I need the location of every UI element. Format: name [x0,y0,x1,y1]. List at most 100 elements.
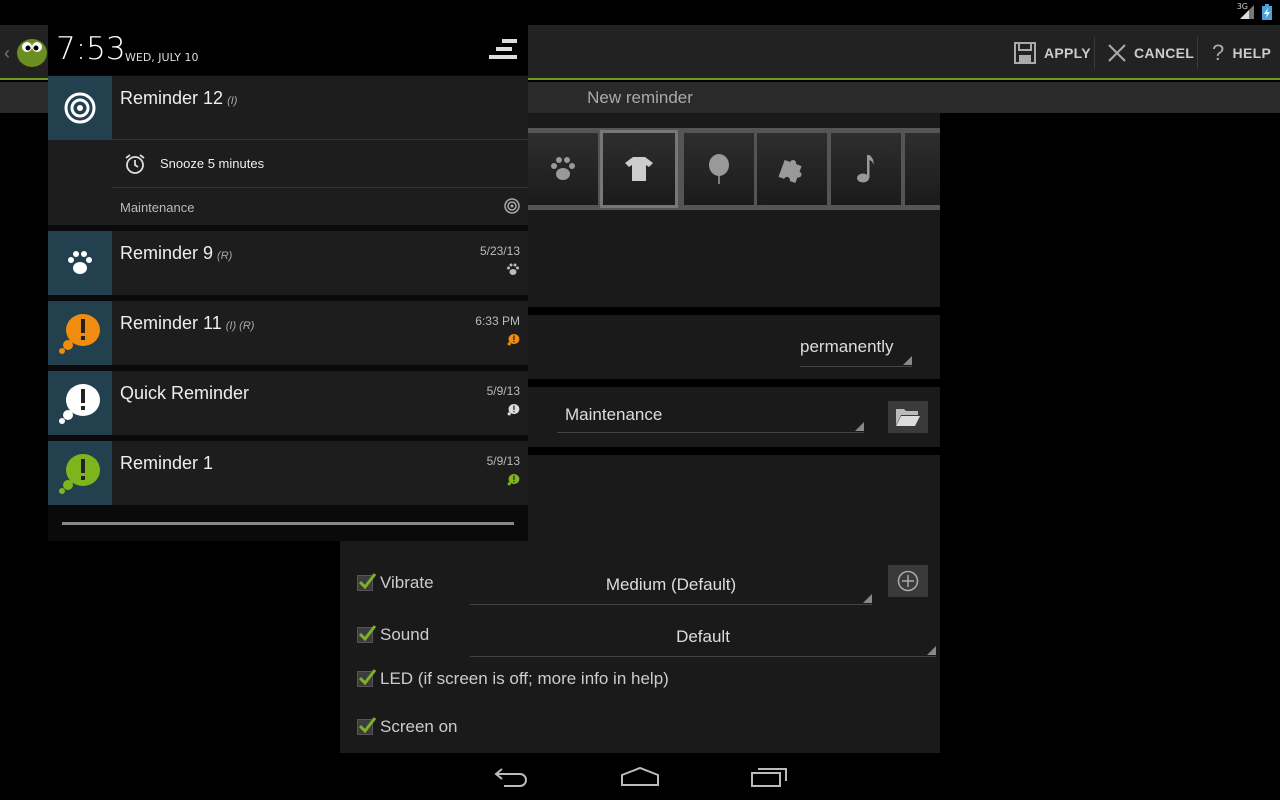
signal-icon [1240,5,1254,19]
paw-icon [68,251,92,274]
notification-time: 5/9/13 [486,454,520,468]
category-dropdown[interactable]: Maintenance [557,405,864,433]
check-mark-icon [358,669,377,686]
notification-title-text: Quick Reminder [120,383,250,403]
green-alert-bubble-icon [59,454,100,494]
check-mark-icon [358,625,377,642]
notification-title: Reminder 1 [120,453,217,474]
battery-icon [1262,4,1272,20]
apply-button[interactable]: APPLY [1014,25,1091,80]
notification-title-text: Reminder 9 [120,243,214,263]
add-vibration-button[interactable] [888,565,928,597]
help-button[interactable]: ? HELP [1212,25,1271,80]
notification-time: 5/9/13 [486,384,520,398]
notification-icon-box [48,371,112,435]
status-bar: 3G [0,0,1280,25]
shade-header: 7:53 WED, JULY 10 [48,25,528,75]
tshirt-icon [625,157,653,181]
orange-alert-small-icon [507,333,520,346]
led-label: LED (if screen is off; more info in help… [380,669,669,688]
category-value: Maintenance [565,405,663,424]
sound-checkbox[interactable] [357,625,377,643]
cancel-label: CANCEL [1134,44,1195,61]
music-note-icon [857,155,874,183]
notification-flags: (I) [227,95,238,107]
dropdown-arrow-icon [863,594,872,603]
led-checkbox[interactable] [357,669,377,687]
notification-icon-box [48,231,112,295]
icon-option-music[interactable] [831,133,901,205]
target-icon [64,92,96,124]
vibrate-checkbox[interactable] [357,573,377,591]
notification-category: Maintenance [120,200,195,215]
snooze-action[interactable]: Snooze 5 minutes [112,140,528,187]
clock-date: WED, JULY 10 [125,51,199,64]
notification-item[interactable]: Reminder 11 (I) (R) 6:33 PM [48,301,528,365]
save-disk-icon [1014,41,1036,64]
app-logo-icon[interactable] [14,33,50,69]
puzzle-icon [778,159,802,183]
icon-option-balloon[interactable] [684,133,754,205]
navigation-bar [0,753,1280,800]
vibrate-label: Vibrate [380,573,434,592]
notification-icon-box [48,441,112,505]
white-alert-bubble-icon [59,384,100,424]
notification-icon-box [48,76,112,140]
divider [112,187,528,188]
balloon-icon [709,154,729,184]
help-label: HELP [1232,44,1272,61]
green-alert-small-icon [507,473,520,486]
check-mark-icon [358,717,377,734]
notification-shade: 7:53 WED, JULY 10 Reminder 12 (I) Snooze … [48,25,528,541]
notification-title: Reminder 12 (I) [120,88,237,109]
action-separator [1197,37,1198,69]
screen-on-checkbox[interactable] [357,717,377,735]
vibrate-dropdown[interactable]: Medium (Default) [470,573,872,605]
sound-label: Sound [380,625,430,644]
recent-apps-icon[interactable] [750,765,788,789]
notification-item[interactable]: Reminder 1 5/9/13 [48,441,528,505]
icon-option-puzzle[interactable] [757,133,827,205]
help-question-icon: ? [1212,39,1225,65]
action-separator [1094,37,1095,69]
orange-alert-bubble-icon [59,314,100,354]
notification-title: Reminder 11 (I) (R) [120,313,254,334]
notification-expanded[interactable]: Reminder 12 (I) Snooze 5 minutes Maintena… [48,76,528,225]
target-small-icon [504,198,520,214]
alarm-clock-icon [125,153,145,174]
clock-time: 7:53 [56,31,126,67]
sound-dropdown[interactable]: Default [470,625,936,657]
duration-dropdown[interactable]: permanently [800,337,912,367]
icon-option-paw[interactable] [528,133,598,205]
cancel-button[interactable]: CANCEL [1108,25,1194,80]
up-chevron-icon[interactable]: ‹ [4,43,10,64]
notification-title: Quick Reminder [120,383,253,404]
notification-item[interactable]: Reminder 9 (R) 5/23/13 [48,231,528,295]
choose-category-button[interactable] [888,401,928,433]
notification-flags: (I) (R) [225,320,255,332]
notification-title-text: Reminder 11 [120,313,222,333]
dropdown-arrow-icon [903,356,912,365]
screen-on-label: Screen on [380,717,458,736]
snooze-label: Snooze 5 minutes [160,156,265,171]
close-icon [1108,43,1126,62]
icon-option-more[interactable] [905,133,940,205]
sound-value: Default [676,627,730,646]
notification-title: Reminder 9 (R) [120,243,232,264]
expanded-left-gutter [48,140,112,225]
home-icon[interactable] [620,765,660,789]
paw-small-icon [507,263,519,275]
notification-time: 5/23/13 [479,244,520,258]
notification-title-text: Reminder 12 [120,88,224,108]
icon-picker-strip[interactable] [528,128,940,210]
notification-item[interactable]: Quick Reminder 5/9/13 [48,371,528,435]
notification-time: 6:33 PM [475,314,520,328]
quick-settings-icon[interactable] [488,37,518,63]
vibrate-value: Medium (Default) [605,575,737,594]
shade-drag-handle[interactable] [62,522,514,525]
notification-flags: (R) [217,250,233,262]
icon-option-tshirt[interactable] [600,130,678,208]
back-icon[interactable] [494,765,530,789]
folder-open-icon [896,409,920,426]
apply-label: APPLY [1044,44,1091,61]
